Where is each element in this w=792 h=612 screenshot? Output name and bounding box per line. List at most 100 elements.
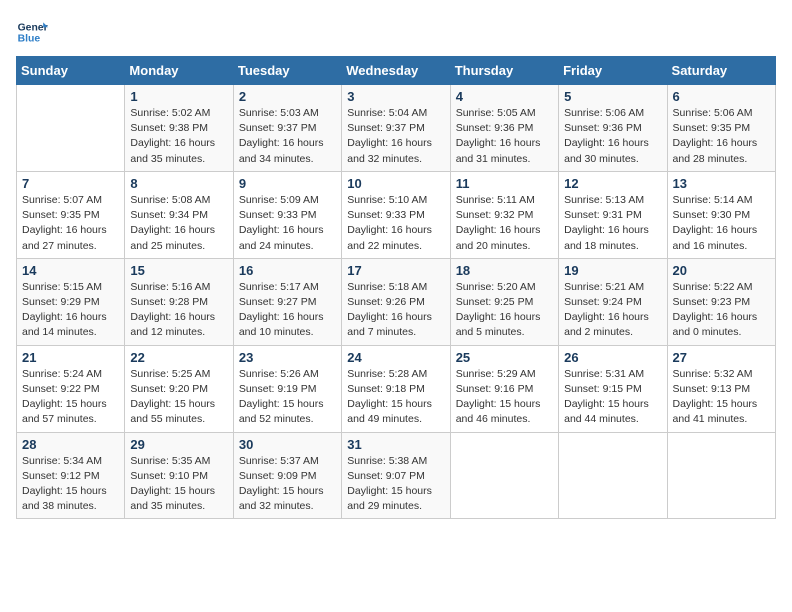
day-number: 3 — [347, 89, 444, 104]
column-header-monday: Monday — [125, 57, 233, 85]
day-cell: 28 Sunrise: 5:34 AM Sunset: 9:12 PM Dayli… — [17, 432, 125, 519]
day-number: 15 — [130, 263, 227, 278]
day-cell: 6 Sunrise: 5:06 AM Sunset: 9:35 PM Daylig… — [667, 85, 775, 172]
day-number: 7 — [22, 176, 119, 191]
day-info: Sunrise: 5:20 AM Sunset: 9:25 PM Dayligh… — [456, 280, 553, 341]
day-cell: 15 Sunrise: 5:16 AM Sunset: 9:28 PM Dayli… — [125, 258, 233, 345]
day-number: 8 — [130, 176, 227, 191]
day-info: Sunrise: 5:06 AM Sunset: 9:35 PM Dayligh… — [673, 106, 770, 167]
day-cell: 31 Sunrise: 5:38 AM Sunset: 9:07 PM Dayli… — [342, 432, 450, 519]
day-info: Sunrise: 5:10 AM Sunset: 9:33 PM Dayligh… — [347, 193, 444, 254]
day-cell: 26Sunrise: 5:31 AM Sunset: 9:15 PM Dayli… — [559, 345, 667, 432]
day-number: 9 — [239, 176, 336, 191]
day-number: 16 — [239, 263, 336, 278]
week-row-2: 7 Sunrise: 5:07 AM Sunset: 9:35 PM Daylig… — [17, 171, 776, 258]
day-cell: 19Sunrise: 5:21 AM Sunset: 9:24 PM Dayli… — [559, 258, 667, 345]
day-cell: 3 Sunrise: 5:04 AM Sunset: 9:37 PM Daylig… — [342, 85, 450, 172]
day-cell — [450, 432, 558, 519]
day-info: Sunrise: 5:25 AM Sunset: 9:20 PM Dayligh… — [130, 367, 227, 428]
day-number: 5 — [564, 89, 661, 104]
day-number: 2 — [239, 89, 336, 104]
day-info: Sunrise: 5:05 AM Sunset: 9:36 PM Dayligh… — [456, 106, 553, 167]
day-info: Sunrise: 5:16 AM Sunset: 9:28 PM Dayligh… — [130, 280, 227, 341]
day-cell: 5 Sunrise: 5:06 AM Sunset: 9:36 PM Daylig… — [559, 85, 667, 172]
day-cell — [17, 85, 125, 172]
column-header-saturday: Saturday — [667, 57, 775, 85]
day-number: 30 — [239, 437, 336, 452]
logo: General Blue — [16, 16, 48, 48]
day-number: 20 — [673, 263, 770, 278]
day-info: Sunrise: 5:38 AM Sunset: 9:07 PM Dayligh… — [347, 454, 444, 515]
day-number: 31 — [347, 437, 444, 452]
day-info: Sunrise: 5:24 AM Sunset: 9:22 PM Dayligh… — [22, 367, 119, 428]
day-cell: 21 Sunrise: 5:24 AM Sunset: 9:22 PM Dayli… — [17, 345, 125, 432]
day-cell: 10Sunrise: 5:10 AM Sunset: 9:33 PM Dayli… — [342, 171, 450, 258]
column-header-sunday: Sunday — [17, 57, 125, 85]
column-header-wednesday: Wednesday — [342, 57, 450, 85]
day-number: 19 — [564, 263, 661, 278]
day-cell: 11 Sunrise: 5:11 AM Sunset: 9:32 PM Dayli… — [450, 171, 558, 258]
logo-icon: General Blue — [16, 16, 48, 48]
day-cell: 4Sunrise: 5:05 AM Sunset: 9:36 PM Daylig… — [450, 85, 558, 172]
day-number: 6 — [673, 89, 770, 104]
day-number: 12 — [564, 176, 661, 191]
day-number: 25 — [456, 350, 553, 365]
day-cell: 30 Sunrise: 5:37 AM Sunset: 9:09 PM Dayli… — [233, 432, 341, 519]
day-number: 14 — [22, 263, 119, 278]
week-row-1: 1Sunrise: 5:02 AM Sunset: 9:38 PM Daylig… — [17, 85, 776, 172]
column-header-thursday: Thursday — [450, 57, 558, 85]
day-info: Sunrise: 5:31 AM Sunset: 9:15 PM Dayligh… — [564, 367, 661, 428]
day-info: Sunrise: 5:06 AM Sunset: 9:36 PM Dayligh… — [564, 106, 661, 167]
day-cell: 27 Sunrise: 5:32 AM Sunset: 9:13 PM Dayli… — [667, 345, 775, 432]
day-number: 21 — [22, 350, 119, 365]
column-header-friday: Friday — [559, 57, 667, 85]
day-cell: 13 Sunrise: 5:14 AM Sunset: 9:30 PM Dayli… — [667, 171, 775, 258]
week-row-3: 14 Sunrise: 5:15 AM Sunset: 9:29 PM Dayli… — [17, 258, 776, 345]
day-number: 24 — [347, 350, 444, 365]
day-cell: 18 Sunrise: 5:20 AM Sunset: 9:25 PM Dayli… — [450, 258, 558, 345]
day-number: 13 — [673, 176, 770, 191]
day-info: Sunrise: 5:09 AM Sunset: 9:33 PM Dayligh… — [239, 193, 336, 254]
day-info: Sunrise: 5:15 AM Sunset: 9:29 PM Dayligh… — [22, 280, 119, 341]
day-number: 28 — [22, 437, 119, 452]
day-cell: 29 Sunrise: 5:35 AM Sunset: 9:10 PM Dayli… — [125, 432, 233, 519]
day-info: Sunrise: 5:04 AM Sunset: 9:37 PM Dayligh… — [347, 106, 444, 167]
day-number: 22 — [130, 350, 227, 365]
day-number: 17 — [347, 263, 444, 278]
day-cell: 25 Sunrise: 5:29 AM Sunset: 9:16 PM Dayli… — [450, 345, 558, 432]
day-info: Sunrise: 5:08 AM Sunset: 9:34 PM Dayligh… — [130, 193, 227, 254]
day-info: Sunrise: 5:22 AM Sunset: 9:23 PM Dayligh… — [673, 280, 770, 341]
calendar-table: SundayMondayTuesdayWednesdayThursdayFrid… — [16, 56, 776, 519]
column-header-tuesday: Tuesday — [233, 57, 341, 85]
day-info: Sunrise: 5:32 AM Sunset: 9:13 PM Dayligh… — [673, 367, 770, 428]
day-number: 23 — [239, 350, 336, 365]
day-cell: 12Sunrise: 5:13 AM Sunset: 9:31 PM Dayli… — [559, 171, 667, 258]
day-info: Sunrise: 5:07 AM Sunset: 9:35 PM Dayligh… — [22, 193, 119, 254]
day-info: Sunrise: 5:03 AM Sunset: 9:37 PM Dayligh… — [239, 106, 336, 167]
day-number: 18 — [456, 263, 553, 278]
day-info: Sunrise: 5:37 AM Sunset: 9:09 PM Dayligh… — [239, 454, 336, 515]
page-header: General Blue — [16, 16, 776, 48]
day-info: Sunrise: 5:35 AM Sunset: 9:10 PM Dayligh… — [130, 454, 227, 515]
day-cell: 1Sunrise: 5:02 AM Sunset: 9:38 PM Daylig… — [125, 85, 233, 172]
day-cell: 2 Sunrise: 5:03 AM Sunset: 9:37 PM Daylig… — [233, 85, 341, 172]
day-number: 1 — [130, 89, 227, 104]
day-info: Sunrise: 5:34 AM Sunset: 9:12 PM Dayligh… — [22, 454, 119, 515]
day-info: Sunrise: 5:29 AM Sunset: 9:16 PM Dayligh… — [456, 367, 553, 428]
day-info: Sunrise: 5:26 AM Sunset: 9:19 PM Dayligh… — [239, 367, 336, 428]
day-info: Sunrise: 5:14 AM Sunset: 9:30 PM Dayligh… — [673, 193, 770, 254]
day-info: Sunrise: 5:18 AM Sunset: 9:26 PM Dayligh… — [347, 280, 444, 341]
week-row-4: 21 Sunrise: 5:24 AM Sunset: 9:22 PM Dayli… — [17, 345, 776, 432]
day-cell: 8 Sunrise: 5:08 AM Sunset: 9:34 PM Daylig… — [125, 171, 233, 258]
week-row-5: 28 Sunrise: 5:34 AM Sunset: 9:12 PM Dayli… — [17, 432, 776, 519]
calendar-body: 1Sunrise: 5:02 AM Sunset: 9:38 PM Daylig… — [17, 85, 776, 519]
day-number: 29 — [130, 437, 227, 452]
day-info: Sunrise: 5:17 AM Sunset: 9:27 PM Dayligh… — [239, 280, 336, 341]
day-number: 11 — [456, 176, 553, 191]
day-info: Sunrise: 5:11 AM Sunset: 9:32 PM Dayligh… — [456, 193, 553, 254]
day-cell: 14 Sunrise: 5:15 AM Sunset: 9:29 PM Dayli… — [17, 258, 125, 345]
day-info: Sunrise: 5:28 AM Sunset: 9:18 PM Dayligh… — [347, 367, 444, 428]
day-cell: 7 Sunrise: 5:07 AM Sunset: 9:35 PM Daylig… — [17, 171, 125, 258]
day-cell: 16 Sunrise: 5:17 AM Sunset: 9:27 PM Dayli… — [233, 258, 341, 345]
day-number: 27 — [673, 350, 770, 365]
